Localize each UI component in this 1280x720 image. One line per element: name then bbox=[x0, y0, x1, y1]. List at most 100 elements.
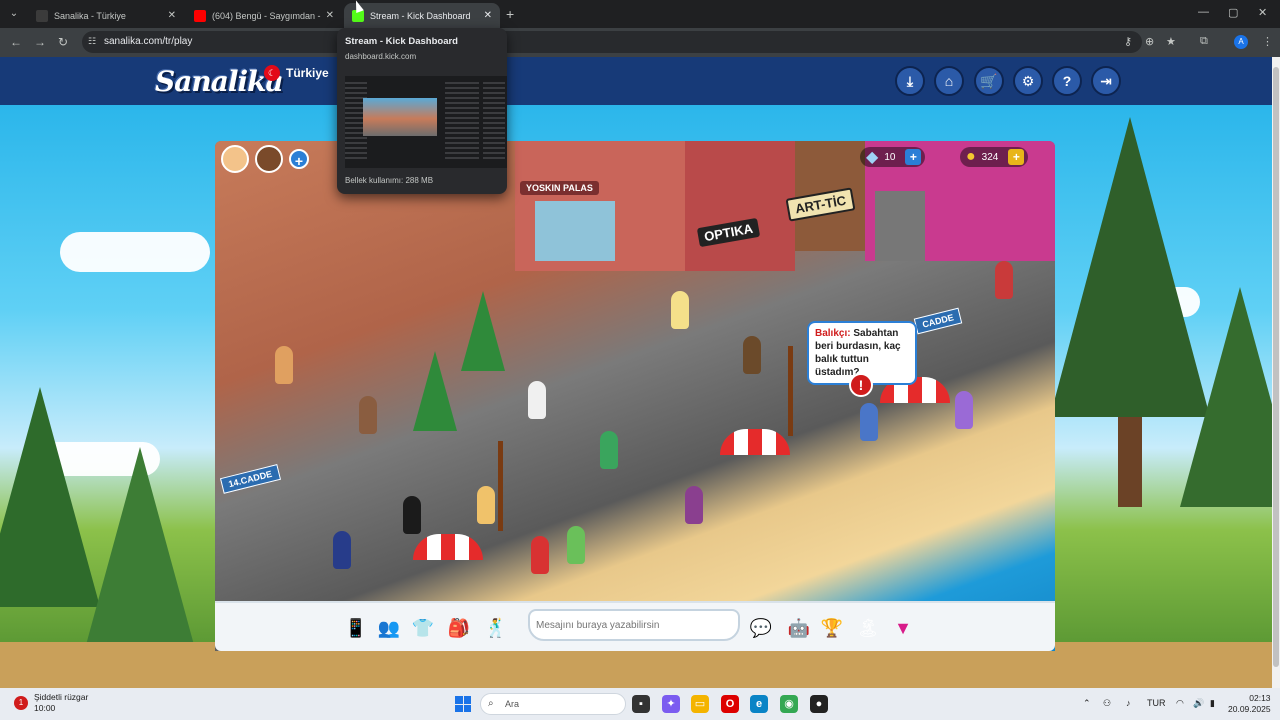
task-view-icon[interactable]: ▪ bbox=[632, 695, 650, 713]
bookmark-star-icon[interactable]: ★ bbox=[1166, 35, 1176, 48]
language-indicator[interactable]: TUR bbox=[1147, 698, 1166, 708]
browser-toolbar: ← → ↻ ☷ sanalika.com/tr/play ⚷ ⊕ ★ ⧉ A ⋮ bbox=[0, 28, 1280, 57]
player-avatar[interactable] bbox=[275, 346, 293, 384]
reload-button[interactable]: ↻ bbox=[58, 35, 68, 49]
wifi-icon[interactable]: ◠ bbox=[1176, 698, 1184, 709]
diamond-counter: ◆ 10 + bbox=[860, 147, 926, 167]
dropdown-triangle-icon[interactable]: ▼ bbox=[890, 615, 916, 641]
help-button[interactable]: ? bbox=[1052, 66, 1082, 96]
copilot-icon[interactable]: ✦ bbox=[662, 695, 680, 713]
browser-menu-icon[interactable]: ⋮ bbox=[1262, 35, 1273, 48]
weather-widget[interactable]: 1 Şiddetli rüzgar 10:00 bbox=[14, 692, 88, 714]
mic-tray-icon[interactable]: ♪ bbox=[1126, 698, 1131, 708]
player-avatar[interactable] bbox=[995, 261, 1013, 299]
thumbnail-column bbox=[445, 82, 479, 162]
turkey-flag-icon: ☾ bbox=[264, 65, 280, 81]
game-canvas[interactable]: YOSKIN PALAS OPTIKA ART-TİC 14.CADDE CAD… bbox=[215, 141, 1055, 651]
back-button[interactable]: ← bbox=[10, 35, 22, 49]
download-icon: ⤓ bbox=[906, 73, 914, 89]
player-avatar[interactable] bbox=[333, 531, 351, 569]
site-info-icon[interactable]: ☷ bbox=[88, 36, 96, 47]
home-button[interactable]: ⌂ bbox=[934, 66, 964, 96]
logout-button[interactable]: ⇥ bbox=[1091, 66, 1121, 96]
browser-tab-bar: ⌄ Sanalika - Türkiye ✕ (604) Bengü - Say… bbox=[0, 0, 1280, 28]
shop-shutter bbox=[875, 191, 925, 261]
chat-bubbles-icon[interactable]: 💬 bbox=[748, 615, 774, 641]
clock-date: 20.09.2025 bbox=[1228, 704, 1271, 714]
edge-icon[interactable]: e bbox=[750, 695, 768, 713]
trophy-icon[interactable]: 🏆 bbox=[819, 615, 845, 641]
player-portrait[interactable] bbox=[221, 145, 249, 173]
quest-alert-icon[interactable]: ! bbox=[849, 373, 873, 397]
address-bar[interactable]: ☷ sanalika.com/tr/play bbox=[82, 31, 1142, 53]
forward-button[interactable]: → bbox=[34, 35, 46, 49]
scrollbar-thumb[interactable] bbox=[1273, 67, 1279, 667]
profile-avatar[interactable]: A bbox=[1234, 35, 1248, 49]
add-friend-button[interactable]: + bbox=[289, 149, 309, 169]
clock-time: 02:13 bbox=[1249, 693, 1271, 703]
password-key-icon[interactable]: ⚷ bbox=[1124, 35, 1132, 48]
close-window-button[interactable]: ✕ bbox=[1258, 6, 1267, 19]
system-clock[interactable]: 02:13 20.09.2025 bbox=[1228, 693, 1271, 715]
preview-memory-usage: Bellek kullanımı: 288 MB bbox=[345, 176, 434, 185]
maximize-button[interactable]: ▢ bbox=[1228, 6, 1238, 19]
battery-icon[interactable]: ▮ bbox=[1210, 698, 1215, 709]
opera-icon[interactable]: O bbox=[721, 695, 739, 713]
tab-kick-dashboard[interactable]: Stream - Kick Dashboard ✕ bbox=[344, 3, 500, 28]
fisherman-npc-avatar[interactable] bbox=[860, 403, 878, 441]
close-tab-icon[interactable]: ✕ bbox=[326, 10, 334, 21]
pet-portrait[interactable] bbox=[255, 145, 283, 173]
player-avatar[interactable] bbox=[403, 496, 421, 534]
bag-icon[interactable]: 🎒 bbox=[446, 615, 472, 641]
url-text[interactable]: sanalika.com/tr/play bbox=[104, 36, 192, 47]
player-avatar[interactable] bbox=[671, 291, 689, 329]
player-avatar[interactable] bbox=[528, 381, 546, 419]
phone-icon[interactable]: 📱 bbox=[343, 615, 369, 641]
settings-button[interactable]: ⚙ bbox=[1013, 66, 1043, 96]
tab-sanalika[interactable]: Sanalika - Türkiye ✕ bbox=[28, 3, 184, 28]
network-tray-icon[interactable]: ⚇ bbox=[1103, 698, 1111, 709]
player-avatar[interactable] bbox=[685, 486, 703, 524]
download-button[interactable]: ⤓ bbox=[895, 66, 925, 96]
chrome-icon[interactable]: ◉ bbox=[780, 695, 798, 713]
dance-icon[interactable]: 🕺 bbox=[483, 615, 509, 641]
volume-icon[interactable]: 🔊 bbox=[1193, 698, 1204, 709]
tab-youtube[interactable]: (604) Bengü - Saygımdan - You ✕ bbox=[186, 3, 342, 28]
file-explorer-icon[interactable]: ▭ bbox=[691, 695, 709, 713]
search-icon: ⌕ bbox=[488, 698, 494, 709]
new-tab-button[interactable]: + bbox=[506, 6, 514, 22]
buy-coins-button[interactable]: + bbox=[1008, 149, 1025, 165]
preview-thumbnail bbox=[345, 76, 507, 168]
player-avatar[interactable] bbox=[359, 396, 377, 434]
player-avatar[interactable] bbox=[955, 391, 973, 429]
start-button[interactable] bbox=[455, 696, 471, 712]
minimize-button[interactable]: — bbox=[1198, 6, 1209, 18]
help-icon: ? bbox=[1062, 73, 1072, 89]
robot-icon[interactable]: 🤖 bbox=[786, 615, 812, 641]
player-avatar[interactable] bbox=[531, 536, 549, 574]
tree-decoration bbox=[1180, 287, 1280, 507]
friends-icon[interactable]: 👥 bbox=[376, 615, 402, 641]
country-selector[interactable]: ☾ Türkiye bbox=[264, 65, 329, 81]
player-avatar[interactable] bbox=[600, 431, 618, 469]
player-avatar[interactable] bbox=[743, 336, 761, 374]
zoom-icon[interactable]: ⊕ bbox=[1145, 35, 1154, 48]
player-avatar[interactable] bbox=[567, 526, 585, 564]
tab-search-icon[interactable]: ⌄ bbox=[6, 6, 22, 22]
player-avatar[interactable] bbox=[477, 486, 495, 524]
island-icon[interactable]: 🏝 bbox=[855, 615, 881, 641]
recording-app-icon[interactable]: ● bbox=[810, 695, 828, 713]
chat-input[interactable] bbox=[528, 609, 740, 641]
logout-icon: ⇥ bbox=[1100, 73, 1112, 89]
tray-chevron-icon[interactable]: ⌃ bbox=[1083, 698, 1091, 709]
yoskin-palas-sign: YOSKIN PALAS bbox=[520, 181, 599, 195]
buy-diamonds-button[interactable]: + bbox=[905, 149, 922, 165]
page-scrollbar[interactable] bbox=[1272, 57, 1280, 688]
close-tab-icon[interactable]: ✕ bbox=[484, 10, 492, 21]
extensions-icon[interactable]: ⧉ bbox=[1200, 35, 1208, 48]
taskbar-search[interactable]: ⌕ Ara bbox=[480, 693, 626, 715]
clothes-icon[interactable]: 👕 bbox=[410, 615, 436, 641]
close-tab-icon[interactable]: ✕ bbox=[168, 10, 176, 21]
pine-tree bbox=[413, 351, 457, 431]
shop-button[interactable]: 🛒 bbox=[974, 66, 1004, 96]
